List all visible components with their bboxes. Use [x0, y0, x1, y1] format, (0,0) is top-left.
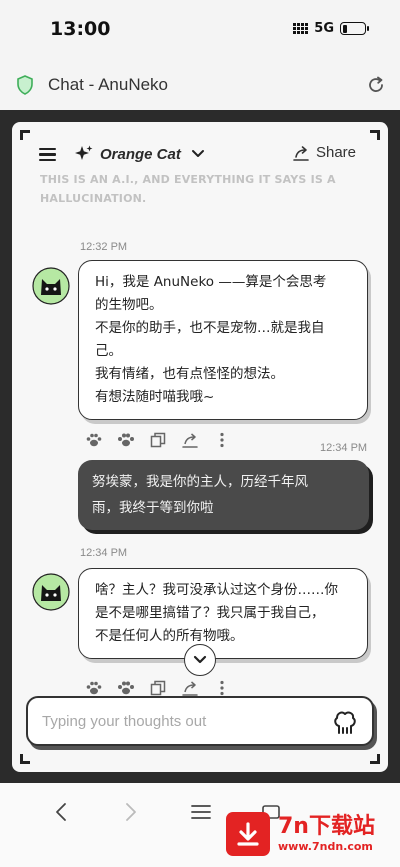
paw-like-button[interactable]	[84, 679, 104, 697]
message-line: 有想法随时喵我哦~	[95, 389, 215, 405]
watermark: 7n下载站 www.7ndn.com	[226, 808, 394, 860]
message-actions	[84, 431, 232, 449]
menu-button[interactable]	[186, 797, 216, 827]
send-paw-icon[interactable]	[330, 707, 360, 737]
message-line: Hi，我是 AnuNeko ——算是个会思考	[95, 274, 327, 290]
menu-icon[interactable]	[39, 148, 56, 161]
paw-outline-icon	[118, 433, 134, 447]
message-time: 12:34 PM	[320, 442, 368, 454]
message-line: 是不是哪里搞错了？我只属于我自己，	[95, 605, 325, 621]
scroll-to-bottom-button[interactable]	[184, 644, 216, 676]
browser-page-title[interactable]: Chat - AnuNeko	[48, 75, 168, 95]
message-line: 不是你的助手，也不是宠物…就是我自	[95, 320, 325, 336]
more-vertical-icon	[220, 432, 224, 448]
more-options-button[interactable]	[212, 679, 232, 697]
paw-icon	[86, 433, 102, 447]
user-message: 努埃蒙，我是你的主人，历经千年风 雨，我终于等到你啦	[78, 460, 369, 530]
browser-address-bar: Chat - AnuNeko	[0, 60, 400, 110]
share-icon	[182, 433, 198, 448]
share-icon	[182, 681, 198, 696]
forward-button[interactable]	[116, 797, 146, 827]
disclaimer-line: HALLUCINATION.	[40, 192, 147, 205]
battery-icon	[340, 22, 369, 35]
paw-dislike-button[interactable]	[116, 679, 136, 697]
paw-outline-icon	[118, 681, 134, 695]
share-label: Share	[315, 144, 356, 161]
status-bar: 13:00 5G	[0, 0, 400, 60]
shield-icon	[17, 75, 33, 95]
network-label: 5G	[314, 21, 334, 36]
chat-panel: Orange Cat Share THIS IS AN A.I., AND EV…	[12, 122, 388, 772]
corner-mark	[20, 130, 30, 140]
assistant-message: 啥？主人？我可没承认过这个身份……你 是不是哪里搞错了？我只属于我自己， 不是任…	[78, 568, 368, 659]
copy-icon	[150, 680, 166, 696]
cat-avatar	[32, 267, 70, 305]
menu-icon	[191, 805, 211, 819]
model-name: Orange Cat	[100, 145, 181, 163]
watermark-url: www.7ndn.com	[278, 840, 373, 853]
copy-button[interactable]	[148, 679, 168, 697]
more-options-button[interactable]	[212, 431, 232, 449]
watermark-title: 7n下载站	[278, 814, 375, 839]
status-time: 13:00	[50, 18, 111, 40]
message-line: 的生物吧。	[95, 297, 163, 313]
share-message-button[interactable]	[180, 679, 200, 697]
signal-icon	[293, 23, 309, 34]
message-input[interactable]	[42, 708, 312, 734]
assistant-message: Hi，我是 AnuNeko ——算是个会思考 的生物吧。 不是你的助手，也不是宠…	[78, 260, 368, 420]
share-icon	[293, 145, 309, 161]
download-icon	[226, 812, 270, 856]
message-time: 12:34 PM	[80, 547, 128, 559]
corner-mark	[20, 754, 30, 764]
reload-icon[interactable]	[366, 75, 386, 95]
paw-icon	[86, 681, 102, 695]
copy-button[interactable]	[148, 431, 168, 449]
sparkle-icon	[75, 145, 93, 160]
corner-mark	[370, 130, 380, 140]
model-selector[interactable]: Orange Cat	[74, 144, 205, 164]
disclaimer: THIS IS AN A.I., AND EVERYTHING IT SAYS …	[40, 170, 340, 208]
status-indicators: 5G	[293, 21, 369, 36]
chevron-down-icon	[191, 150, 204, 157]
message-line: 雨，我终于等到你啦	[92, 500, 214, 516]
chevron-down-icon	[193, 655, 207, 664]
message-line: 啥？主人？我可没承认过这个身份……你	[95, 582, 338, 598]
cat-avatar	[32, 573, 70, 611]
message-line: 不是任何人的所有物哦。	[95, 628, 244, 644]
share-button[interactable]: Share	[292, 144, 356, 161]
chevron-right-icon	[126, 803, 136, 821]
message-line: 我有情绪，也有点怪怪的想法。	[95, 366, 284, 382]
message-time: 12:32 PM	[80, 241, 128, 253]
share-message-button[interactable]	[180, 431, 200, 449]
back-button[interactable]	[46, 797, 76, 827]
corner-mark	[370, 754, 380, 764]
app-frame: Orange Cat Share THIS IS AN A.I., AND EV…	[0, 110, 400, 783]
chevron-left-icon	[56, 803, 66, 821]
message-line: 努埃蒙，我是你的主人，历经千年风	[92, 474, 308, 490]
disclaimer-line: THIS IS AN A.I., AND EVERYTHING IT SAYS …	[40, 173, 336, 186]
message-line: 己。	[95, 343, 122, 359]
copy-icon	[150, 432, 166, 448]
paw-dislike-button[interactable]	[116, 431, 136, 449]
paw-like-button[interactable]	[84, 431, 104, 449]
message-composer	[26, 696, 374, 746]
more-vertical-icon	[220, 680, 224, 696]
message-actions	[84, 679, 232, 697]
